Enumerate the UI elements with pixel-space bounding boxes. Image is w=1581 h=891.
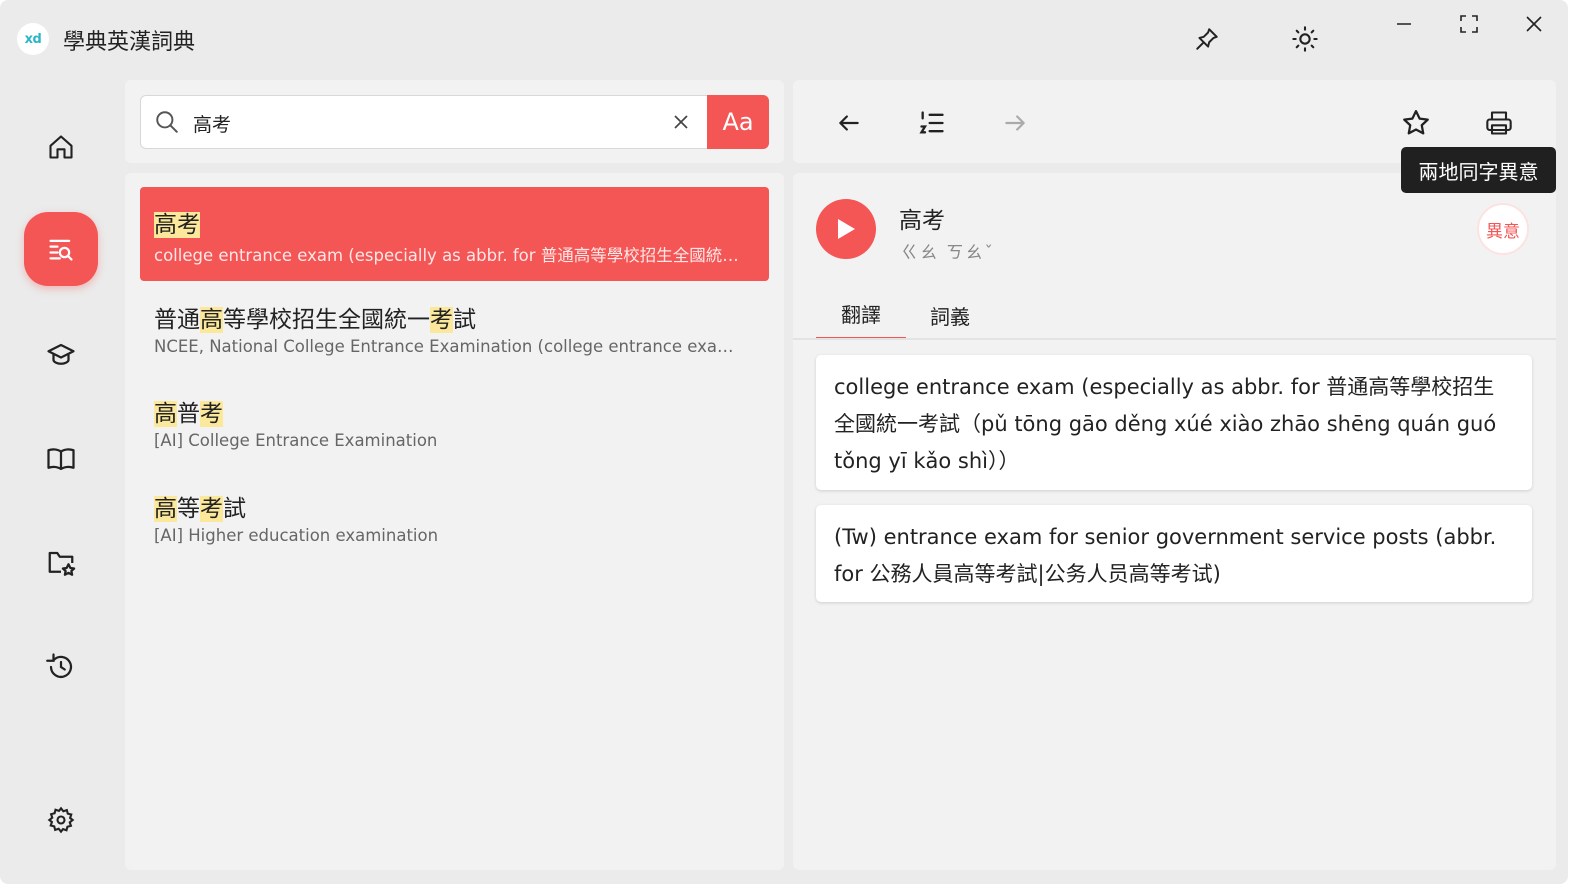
favorite-button[interactable] — [1397, 104, 1435, 142]
search-box — [140, 95, 709, 149]
printer-icon — [1486, 111, 1512, 135]
matched-text: 考 — [200, 496, 223, 522]
pin-button[interactable] — [1190, 22, 1224, 56]
result-headword: 高普考 — [154, 394, 223, 428]
result-gloss: NCEE, National College Entrance Examinat… — [154, 337, 749, 356]
minimize-icon — [1397, 23, 1411, 25]
nav-history[interactable] — [24, 630, 98, 704]
entry-zhuyin: ㄍㄠ ㄎㄠˇ — [901, 243, 995, 263]
starred-folder-icon — [48, 551, 76, 576]
numbered-list-icon — [919, 111, 944, 134]
headword-text: 等學校招生全國統一 — [223, 307, 430, 333]
nav-favorites[interactable] — [24, 526, 98, 600]
nav-learn[interactable] — [24, 318, 98, 392]
tooltip: 兩地同字異意 — [1401, 147, 1556, 193]
clear-icon — [674, 115, 688, 129]
result-gloss: college entrance exam (especially as abb… — [154, 246, 749, 265]
result-item[interactable]: 高等考試 [AI] Higher education examination — [140, 471, 769, 565]
title-bar: xd 學典英漢詞典 — [0, 0, 1568, 78]
result-item[interactable]: 普通高等學校招生全國統一考試 NCEE, National College Ent… — [140, 282, 769, 376]
definition-text: (Tw) entrance exam for senior government… — [834, 525, 1497, 586]
nav-home[interactable] — [24, 110, 98, 184]
headword-text: 試 — [223, 496, 246, 522]
forward-arrow-icon — [1005, 115, 1025, 131]
matched-text: 考 — [430, 307, 453, 333]
nav-search[interactable] — [24, 212, 98, 286]
book-icon — [47, 448, 75, 471]
maximize-button[interactable] — [1449, 8, 1489, 40]
nav-wordbook[interactable] — [24, 422, 98, 496]
result-item[interactable]: 高考 college entrance exam (especially as a… — [140, 187, 769, 281]
definition-card: college entrance exam (especially as abb… — [816, 355, 1532, 490]
tab-meaning[interactable]: 詞義 — [906, 290, 994, 340]
app-title: 學典英漢詞典 — [63, 30, 196, 55]
result-headword: 高考 — [154, 205, 200, 239]
result-headword: 普通高等學校招生全國統一考試 — [154, 300, 476, 334]
matched-text: 高 — [154, 401, 177, 427]
matched-text: 高考 — [154, 212, 200, 238]
headword-text: 等 — [177, 496, 200, 522]
clear-search-button[interactable] — [669, 110, 693, 134]
definition-text: college entrance exam (especially as abb… — [834, 375, 1497, 473]
headword-text: 試 — [453, 307, 476, 333]
tabs-divider — [793, 338, 1556, 340]
different-meaning-badge[interactable]: 異意 — [1477, 203, 1529, 255]
home-icon — [49, 135, 73, 159]
back-arrow-icon — [839, 115, 859, 131]
star-icon — [1403, 110, 1429, 135]
close-button[interactable] — [1514, 8, 1554, 40]
app-logo: xd — [17, 23, 49, 55]
play-audio-button[interactable] — [816, 199, 876, 259]
play-icon — [838, 219, 855, 239]
result-gloss: [AI] Higher education examination — [154, 526, 439, 545]
search-input[interactable] — [191, 106, 655, 140]
headword-text: 普通 — [154, 307, 200, 333]
print-button[interactable] — [1480, 104, 1518, 142]
close-icon — [1526, 16, 1542, 32]
entry-list-button[interactable] — [913, 104, 951, 142]
forward-button[interactable] — [996, 104, 1034, 142]
nav-settings[interactable] — [24, 783, 98, 857]
pin-icon — [1196, 28, 1218, 50]
result-item[interactable]: 高普考 [AI] College Entrance Examination — [140, 376, 769, 470]
result-headword: 高等考試 — [154, 489, 246, 523]
headword-text: 普 — [177, 401, 200, 427]
result-gloss: [AI] College Entrance Examination — [154, 431, 438, 450]
entry-headword: 高考 — [899, 208, 945, 234]
maximize-icon — [1460, 15, 1478, 33]
tab-translation[interactable]: 翻譯 — [816, 290, 906, 340]
minimize-button[interactable] — [1384, 8, 1424, 40]
search-list-icon — [49, 239, 73, 261]
matched-text: 高 — [154, 496, 177, 522]
search-icon — [154, 109, 180, 139]
settings-icon — [47, 806, 75, 834]
back-button[interactable] — [830, 104, 868, 142]
app-window: xd 學典英漢詞典 高考 Aa 高考 college entrance exam… — [0, 0, 1568, 884]
matched-text: 高 — [200, 307, 223, 333]
definition-card: (Tw) entrance exam for senior government… — [816, 505, 1532, 602]
match-case-button[interactable]: Aa — [707, 95, 769, 149]
graduation-cap-icon — [47, 343, 75, 365]
matched-text: 考 — [200, 401, 223, 427]
theme-toggle-button[interactable] — [1288, 22, 1322, 56]
history-icon — [46, 653, 73, 679]
brightness-icon — [1292, 26, 1318, 52]
